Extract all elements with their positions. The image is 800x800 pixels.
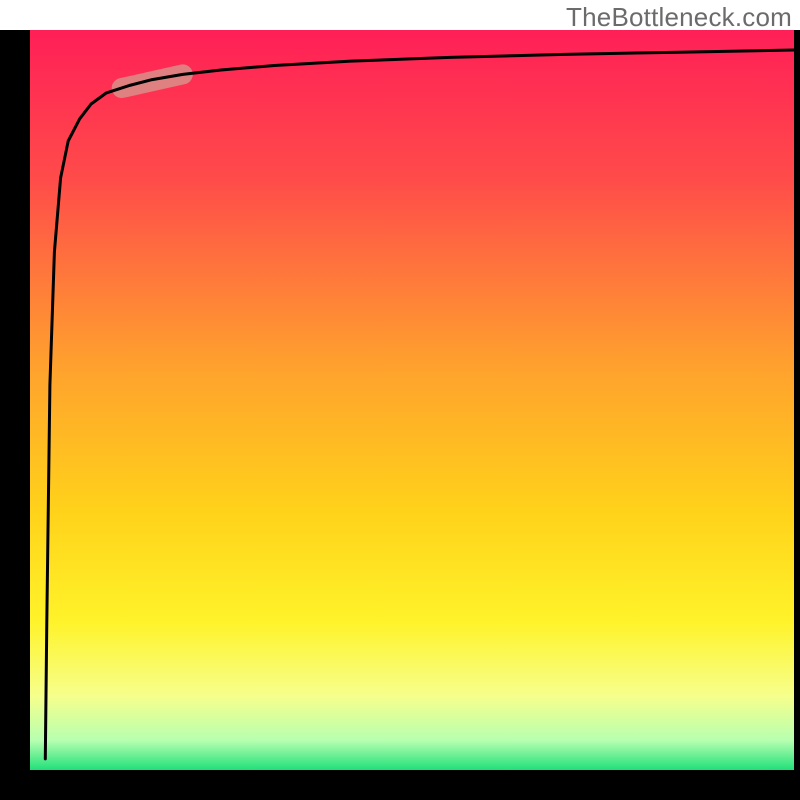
chart-stage: TheBottleneck.com (0, 0, 800, 800)
frame-right (794, 30, 800, 770)
plot-background (30, 30, 794, 770)
frame-left (0, 30, 30, 800)
watermark-text: TheBottleneck.com (566, 2, 792, 33)
chart-svg (0, 0, 800, 800)
frame-bottom (0, 770, 800, 800)
